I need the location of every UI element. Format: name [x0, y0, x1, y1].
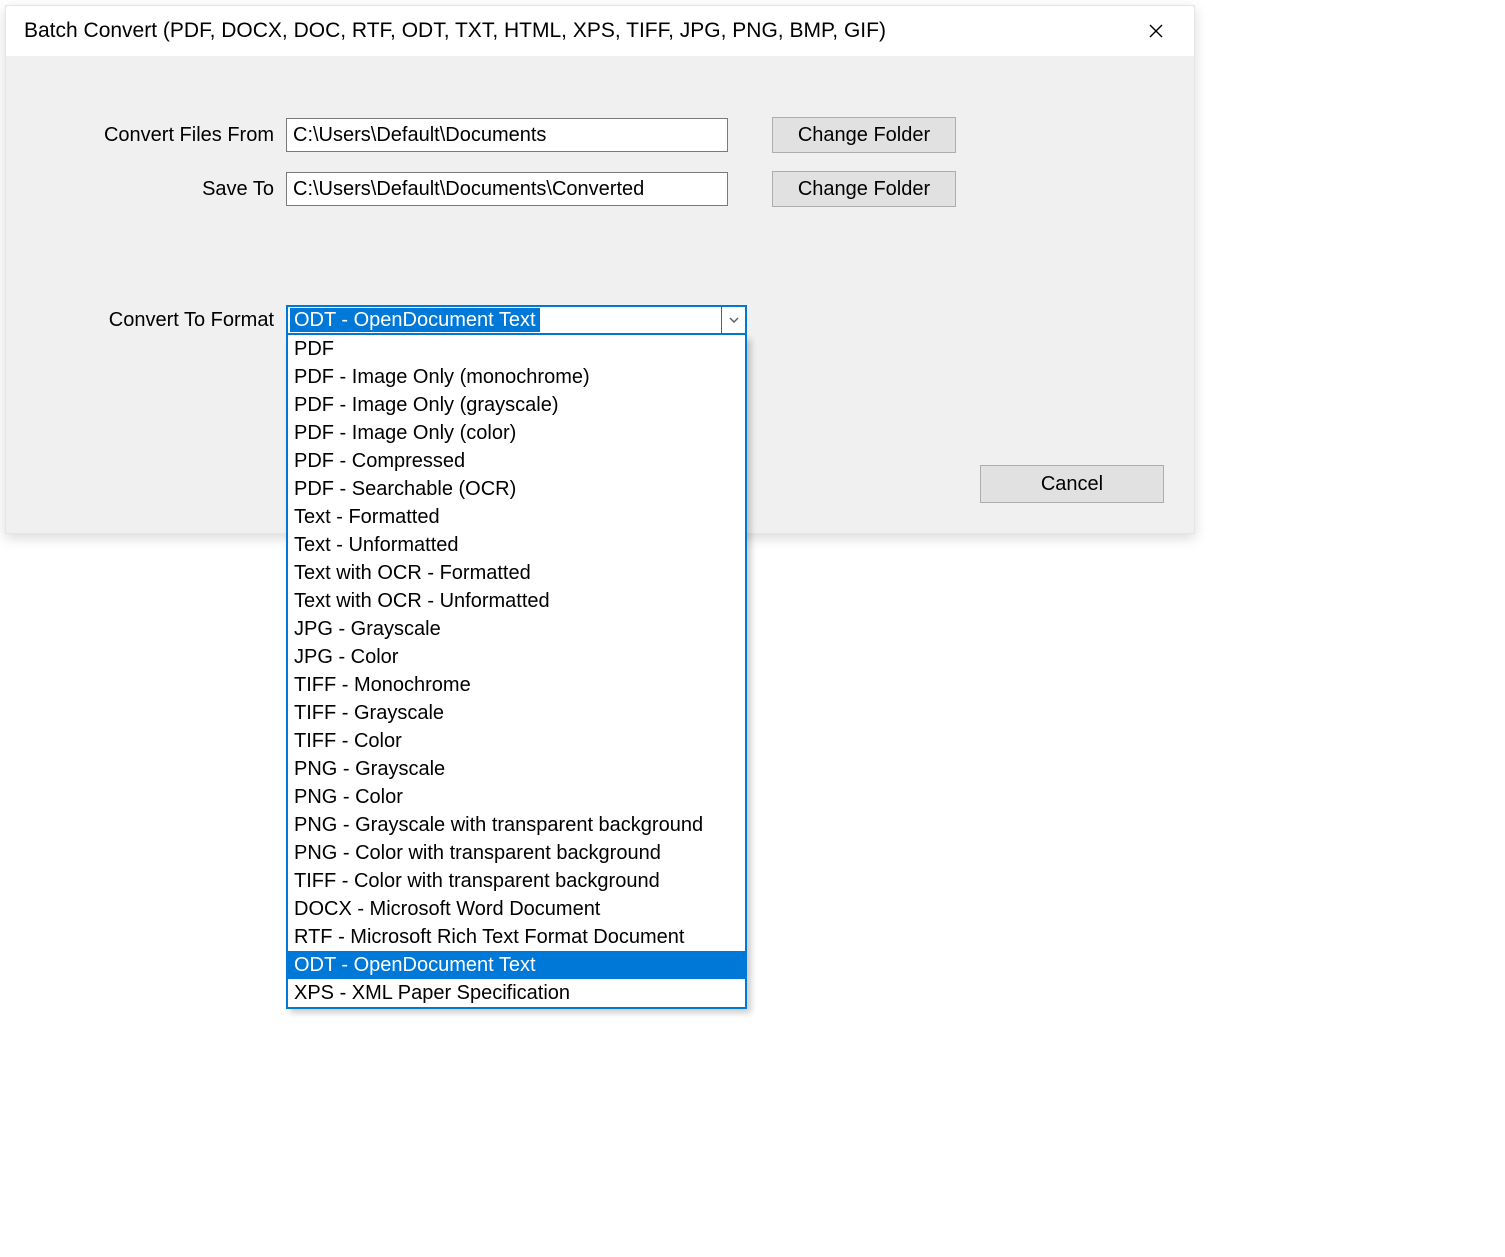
- format-option[interactable]: Text with OCR - Unformatted: [288, 587, 745, 615]
- cancel-button[interactable]: Cancel: [980, 465, 1164, 503]
- format-option[interactable]: TIFF - Color: [288, 727, 745, 755]
- format-combobox[interactable]: ODT - OpenDocument Text: [286, 305, 747, 335]
- format-option[interactable]: PNG - Grayscale with transparent backgro…: [288, 811, 745, 839]
- batch-convert-dialog: Batch Convert (PDF, DOCX, DOC, RTF, ODT,…: [5, 5, 1195, 534]
- format-option[interactable]: TIFF - Grayscale: [288, 699, 745, 727]
- format-dropdown-list[interactable]: PDFPDF - Image Only (monochrome)PDF - Im…: [286, 335, 747, 1009]
- convert-format-label: Convert To Format: [26, 309, 286, 332]
- convert-from-label: Convert Files From: [26, 124, 286, 147]
- format-option[interactable]: PDF - Searchable (OCR): [288, 475, 745, 503]
- format-option[interactable]: TIFF - Color with transparent background: [288, 867, 745, 895]
- format-option[interactable]: ODT - OpenDocument Text: [288, 951, 745, 979]
- format-option[interactable]: Text - Unformatted: [288, 531, 745, 559]
- format-combo-wrapper: ODT - OpenDocument Text PDFPDF - Image O…: [286, 305, 747, 335]
- format-option[interactable]: Text with OCR - Formatted: [288, 559, 745, 587]
- format-option[interactable]: PNG - Grayscale: [288, 755, 745, 783]
- save-to-label: Save To: [26, 178, 286, 201]
- change-folder-from-button[interactable]: Change Folder: [772, 117, 956, 153]
- format-selected-value: ODT - OpenDocument Text: [290, 308, 540, 332]
- format-selected-wrap: ODT - OpenDocument Text: [288, 307, 721, 333]
- format-option[interactable]: PNG - Color with transparent background: [288, 839, 745, 867]
- format-option[interactable]: PDF - Image Only (grayscale): [288, 391, 745, 419]
- format-option[interactable]: XPS - XML Paper Specification: [288, 979, 745, 1007]
- save-to-row: Save To Change Folder: [26, 171, 1174, 207]
- change-folder-to-button[interactable]: Change Folder: [772, 171, 956, 207]
- dialog-title: Batch Convert (PDF, DOCX, DOC, RTF, ODT,…: [24, 19, 886, 43]
- format-option[interactable]: PDF - Compressed: [288, 447, 745, 475]
- format-option[interactable]: PDF: [288, 335, 745, 363]
- close-button[interactable]: [1136, 16, 1176, 46]
- save-to-input[interactable]: [286, 172, 728, 206]
- format-option[interactable]: PNG - Color: [288, 783, 745, 811]
- combobox-arrow-button[interactable]: [721, 307, 745, 333]
- chevron-down-icon: [729, 317, 739, 323]
- close-icon: [1149, 24, 1163, 38]
- format-option[interactable]: PDF - Image Only (color): [288, 419, 745, 447]
- titlebar: Batch Convert (PDF, DOCX, DOC, RTF, ODT,…: [6, 6, 1194, 57]
- format-option[interactable]: TIFF - Monochrome: [288, 671, 745, 699]
- convert-from-input[interactable]: [286, 118, 728, 152]
- format-option[interactable]: JPG - Color: [288, 643, 745, 671]
- format-option[interactable]: JPG - Grayscale: [288, 615, 745, 643]
- convert-format-row: Convert To Format ODT - OpenDocument Tex…: [26, 305, 1174, 335]
- dialog-content: Convert Files From Change Folder Save To…: [6, 57, 1194, 533]
- convert-from-row: Convert Files From Change Folder: [26, 117, 1174, 153]
- format-option[interactable]: PDF - Image Only (monochrome): [288, 363, 745, 391]
- format-option[interactable]: RTF - Microsoft Rich Text Format Documen…: [288, 923, 745, 951]
- format-option[interactable]: DOCX - Microsoft Word Document: [288, 895, 745, 923]
- spacer: [26, 225, 1174, 305]
- format-option[interactable]: Text - Formatted: [288, 503, 745, 531]
